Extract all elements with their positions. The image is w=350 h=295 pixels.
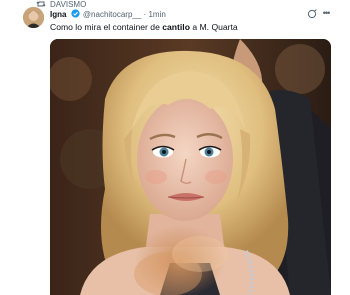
display-name[interactable]: Igna <box>50 10 66 19</box>
timestamp[interactable]: 1min <box>148 10 165 19</box>
repost-indicator[interactable]: DAVISMO <box>0 0 350 9</box>
verified-badge-icon <box>71 9 80 18</box>
tweet-media-image[interactable] <box>50 39 331 295</box>
separator-dot: · <box>143 10 147 19</box>
repost-label: DAVISMO <box>50 0 87 9</box>
tweet-header: Igna @nachitocarp__ · 1min <box>50 9 166 21</box>
grok-icon[interactable] <box>307 9 317 19</box>
avatar-image <box>23 7 44 28</box>
user-handle[interactable]: @nachitocarp__ <box>83 10 141 19</box>
tweet-text-bold: cantilo <box>162 22 190 32</box>
tweet-text-start: Como lo mira el container de <box>50 22 163 32</box>
more-options-icon[interactable]: ••• <box>321 9 331 19</box>
tweet-text: Como lo mira el container de cantilo a M… <box>50 22 238 33</box>
media-illustration <box>50 39 331 295</box>
tweet-text-end: a M. Quarta <box>189 22 238 32</box>
avatar[interactable] <box>23 7 44 28</box>
